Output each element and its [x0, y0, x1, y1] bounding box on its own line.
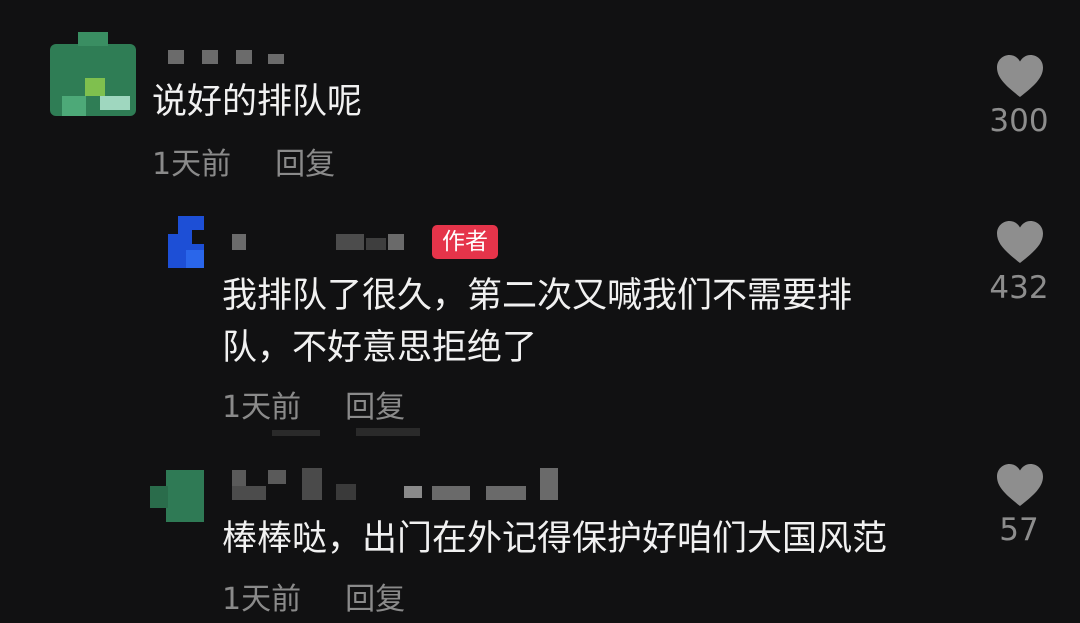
timestamp: 1天前 [152, 147, 232, 182]
comment-text-line-1: 我排队了很久，第二次又喊我们不需要排 [222, 276, 853, 316]
heart-icon[interactable] [996, 54, 1044, 98]
comment-text: 棒棒哒，出门在外记得保护好咱们大国风范 [222, 519, 888, 559]
reply-button[interactable]: 回复 [345, 388, 405, 428]
like-count: 300 [989, 103, 1049, 139]
username[interactable] [168, 50, 288, 64]
comment-meta: 1天前 回复 [222, 388, 405, 428]
like-count: 57 [999, 512, 1039, 548]
comment-meta: 1天前 回复 [222, 580, 405, 620]
username[interactable] [232, 232, 412, 252]
heart-icon[interactable] [996, 220, 1044, 264]
redacted-strip [356, 428, 420, 436]
comment-text-line-2: 队，不好意思拒绝了 [222, 328, 538, 368]
author-badge: 作者 [432, 225, 498, 259]
comment-text: 说好的排队呢 [152, 82, 363, 122]
like-count: 432 [989, 270, 1049, 306]
reply-button[interactable]: 回复 [275, 145, 335, 185]
avatar[interactable] [50, 32, 136, 120]
comment-text: 我排队了很久，第二次又喊我们不需要排 队，不好意思拒绝了 [222, 270, 852, 374]
timestamp: 1天前 [222, 582, 302, 617]
redacted-strip [272, 430, 320, 436]
avatar[interactable] [150, 470, 204, 522]
heart-icon[interactable] [996, 463, 1044, 507]
comment-meta: 1天前 回复 [152, 145, 335, 185]
avatar[interactable] [168, 216, 204, 268]
username[interactable] [232, 468, 562, 502]
reply-button[interactable]: 回复 [345, 580, 405, 620]
timestamp: 1天前 [222, 390, 302, 425]
